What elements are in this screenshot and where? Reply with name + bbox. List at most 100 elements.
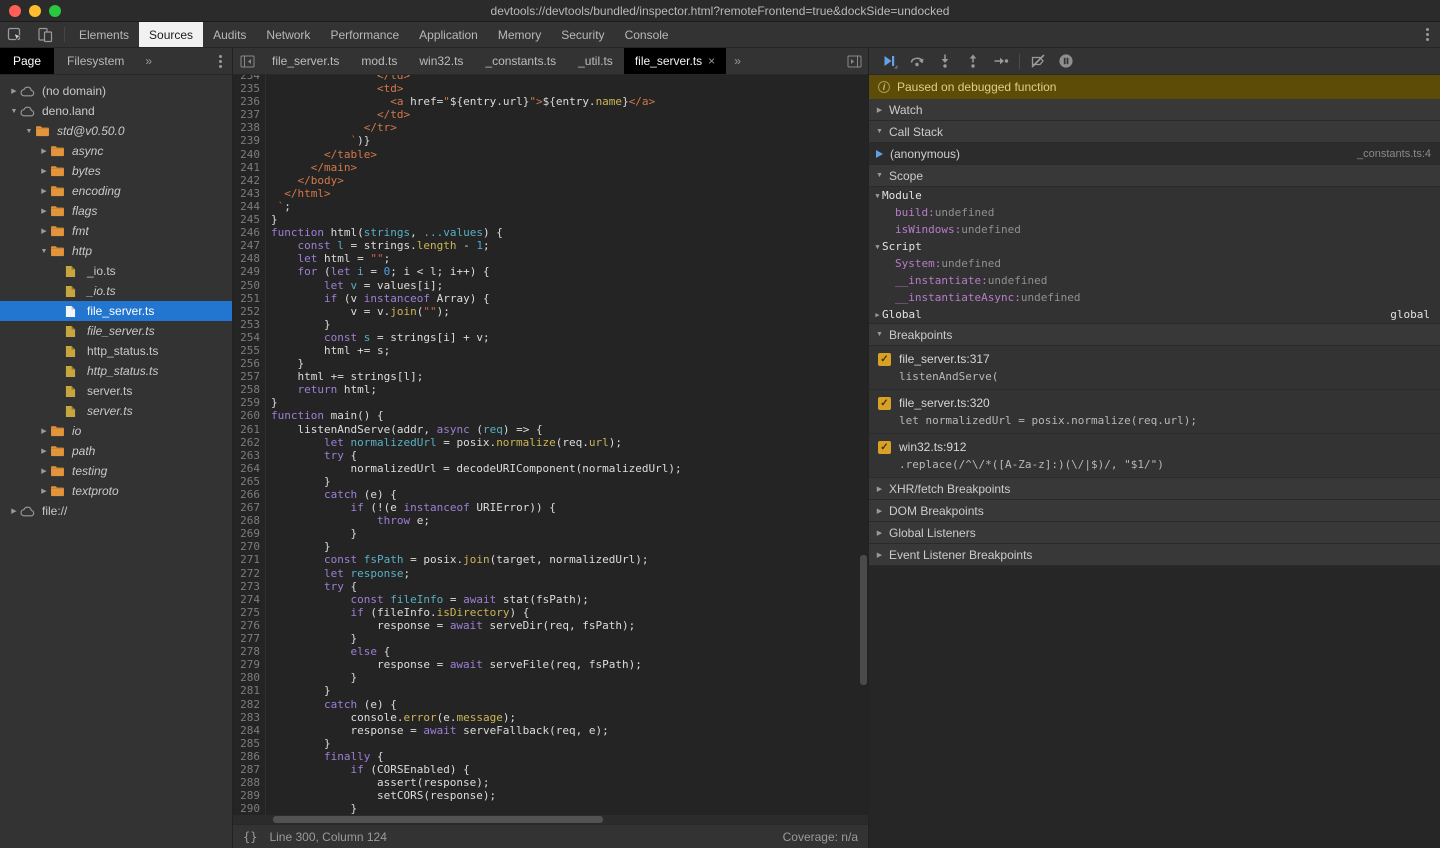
code-line[interactable]: 281 } [233, 684, 868, 697]
code-line[interactable]: 246function html(strings, ...values) { [233, 226, 868, 239]
tab-security[interactable]: Security [551, 22, 614, 47]
line-number[interactable]: 284 [233, 724, 266, 737]
editor-tab-constants-ts[interactable]: _constants.ts [474, 48, 567, 74]
code-line[interactable]: 283 console.error(e.message); [233, 711, 868, 724]
code-line[interactable]: 240 </table> [233, 148, 868, 161]
tree-item-file-server-ts[interactable]: file_server.ts [0, 321, 232, 341]
line-number[interactable]: 277 [233, 632, 266, 645]
code-line[interactable]: 287 if (CORSEnabled) { [233, 763, 868, 776]
code-line[interactable]: 266 catch (e) { [233, 488, 868, 501]
line-number[interactable]: 285 [233, 737, 266, 750]
code-line[interactable]: 258 return html; [233, 383, 868, 396]
line-number[interactable]: 282 [233, 698, 266, 711]
step-out-button[interactable] [959, 48, 987, 74]
line-number[interactable]: 236 [233, 95, 266, 108]
scope-variable[interactable]: __instantiateAsync: undefined [869, 289, 1440, 306]
tree-item-deno-land[interactable]: ▼deno.land [0, 101, 232, 121]
line-number[interactable]: 242 [233, 174, 266, 187]
code-line[interactable]: 270 } [233, 540, 868, 553]
code-line[interactable]: 264 normalizedUrl = decodeURIComponent(n… [233, 462, 868, 475]
tree-item-no-domain[interactable]: ▶(no domain) [0, 81, 232, 101]
tree-item-file-server-ts[interactable]: file_server.ts [0, 301, 232, 321]
line-number[interactable]: 272 [233, 567, 266, 580]
tree-item-server-ts[interactable]: server.ts [0, 381, 232, 401]
line-number[interactable]: 245 [233, 213, 266, 226]
section-call-stack[interactable]: ▼ Call Stack [869, 121, 1440, 143]
toggle-navigator-button[interactable] [233, 48, 261, 74]
code-line[interactable]: 245} [233, 213, 868, 226]
chevron-right-icon[interactable]: ▶ [38, 487, 50, 495]
code-editor[interactable]: 234 </td>235 <td>236 <a href="${entry.ur… [233, 75, 868, 824]
section-scope[interactable]: ▼ Scope [869, 165, 1440, 187]
tab-elements[interactable]: Elements [69, 22, 139, 47]
code-line[interactable]: 239 `)} [233, 134, 868, 147]
code-line[interactable]: 274 const fileInfo = await stat(fsPath); [233, 593, 868, 606]
chevron-down-icon[interactable]: ▼ [8, 108, 20, 115]
line-number[interactable]: 279 [233, 658, 266, 671]
line-number[interactable]: 264 [233, 462, 266, 475]
code-line[interactable]: 261 listenAndServe(addr, async (req) => … [233, 423, 868, 436]
line-number[interactable]: 270 [233, 540, 266, 553]
line-number[interactable]: 252 [233, 305, 266, 318]
line-number[interactable]: 280 [233, 671, 266, 684]
code-line[interactable]: 248 let html = ""; [233, 252, 868, 265]
tab-network[interactable]: Network [256, 22, 320, 47]
code-line[interactable]: 279 response = await serveFile(req, fsPa… [233, 658, 868, 671]
section-breakpoints[interactable]: ▼ Breakpoints [869, 324, 1440, 346]
line-number[interactable]: 262 [233, 436, 266, 449]
breakpoint-entry[interactable]: ✓file_server.ts:320let normalizedUrl = p… [869, 390, 1440, 434]
tree-item-http-status-ts[interactable]: http_status.ts [0, 361, 232, 381]
breakpoint-checkbox[interactable]: ✓ [878, 441, 891, 454]
line-number[interactable]: 235 [233, 82, 266, 95]
line-number[interactable]: 255 [233, 344, 266, 357]
code-line[interactable]: 234 </td> [233, 75, 868, 82]
code-line[interactable]: 273 try { [233, 580, 868, 593]
minimize-window-button[interactable] [29, 5, 41, 17]
code-line[interactable]: 251 if (v instanceof Array) { [233, 292, 868, 305]
inspect-element-button[interactable] [0, 22, 30, 47]
scope-variable[interactable]: build: undefined [869, 204, 1440, 221]
code-line[interactable]: 265 } [233, 475, 868, 488]
code-line[interactable]: 255 html += s; [233, 344, 868, 357]
editor-more-tabs-button[interactable]: » [726, 48, 749, 74]
line-number[interactable]: 288 [233, 776, 266, 789]
step-into-button[interactable] [931, 48, 959, 74]
chevron-right-icon[interactable]: ▶ [8, 507, 20, 515]
editor-tab-file-server-ts[interactable]: file_server.ts× [624, 48, 726, 74]
tree-item-std-v0-50-0[interactable]: ▼std@v0.50.0 [0, 121, 232, 141]
line-number[interactable]: 243 [233, 187, 266, 200]
pretty-print-button[interactable]: {} [243, 830, 257, 844]
chevron-right-icon[interactable]: ▶ [38, 467, 50, 475]
section-event-listener-breakpoints[interactable]: ▶Event Listener Breakpoints [869, 544, 1440, 566]
tree-item-fmt[interactable]: ▶fmt [0, 221, 232, 241]
line-number[interactable]: 247 [233, 239, 266, 252]
code-line[interactable]: 252 v = v.join(""); [233, 305, 868, 318]
tree-item-io[interactable]: ▶io [0, 421, 232, 441]
code-line[interactable]: 278 else { [233, 645, 868, 658]
scope-group-global[interactable]: ▶Globalglobal [869, 306, 1440, 323]
navigator-tab-page[interactable]: Page [0, 48, 54, 74]
scope-variable[interactable]: isWindows: undefined [869, 221, 1440, 238]
code-line[interactable]: 241 </main> [233, 161, 868, 174]
tree-item-textproto[interactable]: ▶textproto [0, 481, 232, 501]
line-number[interactable]: 250 [233, 279, 266, 292]
tree-item-io-ts[interactable]: _io.ts [0, 281, 232, 301]
code-line[interactable]: 288 assert(response); [233, 776, 868, 789]
tree-item-flags[interactable]: ▶flags [0, 201, 232, 221]
code-line[interactable]: 271 const fsPath = posix.join(target, no… [233, 553, 868, 566]
breakpoint-entry[interactable]: ✓win32.ts:912.replace(/^\/*([A-Za-z]:)(\… [869, 434, 1440, 478]
code-line[interactable]: 268 throw e; [233, 514, 868, 527]
code-line[interactable]: 285 } [233, 737, 868, 750]
line-number[interactable]: 289 [233, 789, 266, 802]
scope-variable[interactable]: System: undefined [869, 255, 1440, 272]
line-number[interactable]: 241 [233, 161, 266, 174]
section-xhr-fetch-breakpoints[interactable]: ▶XHR/fetch Breakpoints [869, 478, 1440, 500]
tab-application[interactable]: Application [409, 22, 488, 47]
tree-item-http-status-ts[interactable]: http_status.ts [0, 341, 232, 361]
close-window-button[interactable] [9, 5, 21, 17]
tree-item-encoding[interactable]: ▶encoding [0, 181, 232, 201]
section-watch[interactable]: ▶ Watch [869, 99, 1440, 121]
section-dom-breakpoints[interactable]: ▶DOM Breakpoints [869, 500, 1440, 522]
code-line[interactable]: 280 } [233, 671, 868, 684]
line-number[interactable]: 253 [233, 318, 266, 331]
